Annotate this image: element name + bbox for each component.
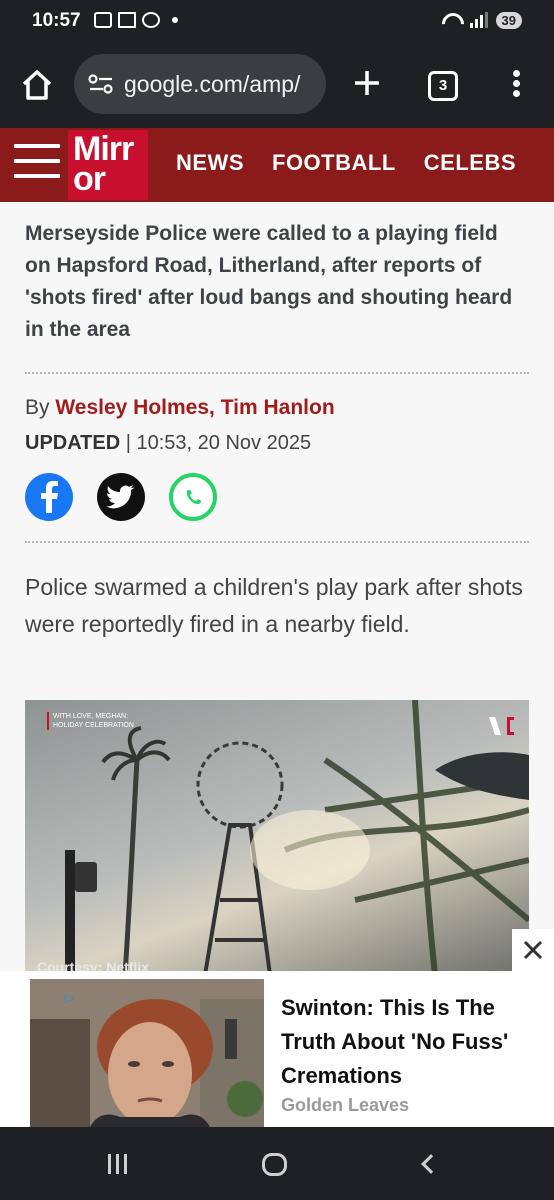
site-logo[interactable]: Mirr or — [68, 130, 148, 200]
browser-menu-button[interactable] — [505, 68, 527, 102]
ad-image[interactable]: ▷ — [30, 979, 264, 1127]
new-tab-button[interactable] — [348, 64, 386, 102]
close-icon — [523, 940, 543, 960]
share-buttons — [25, 473, 529, 521]
plus-icon — [355, 71, 379, 95]
divider — [25, 372, 529, 374]
video-brand-line1: WITH LOVE, MEGHAN: — [53, 713, 129, 720]
status-bar: 10:57 39 — [0, 0, 554, 44]
updated-label: UPDATED — [25, 432, 121, 454]
tab-switcher-button[interactable]: 3 — [428, 71, 458, 101]
more-dot-icon — [512, 80, 520, 87]
battery-indicator: 39 — [495, 11, 522, 29]
back-button[interactable] — [421, 1154, 441, 1174]
video-brand-label: WITH LOVE, MEGHAN: HOLIDAY CELEBRATION — [47, 712, 134, 730]
facebook-icon — [41, 481, 58, 513]
more-dot-icon — [512, 90, 520, 97]
sticky-ad[interactable]: ▷ Swinton: This Is The Truth About 'No F… — [0, 971, 554, 1127]
menu-line — [14, 159, 60, 163]
menu-line — [14, 174, 60, 178]
recent-apps-icon — [108, 1154, 111, 1174]
main-nav: NEWS FOOTBALL CELEBS — [176, 150, 516, 176]
recent-apps-icon — [124, 1154, 127, 1174]
video-brand-line2: HOLIDAY CELEBRATION — [53, 722, 134, 729]
more-dot-icon — [512, 70, 520, 77]
recent-apps-icon — [116, 1154, 119, 1174]
signal-icon — [469, 12, 488, 28]
xbox-icon — [142, 12, 160, 28]
android-nav-bar — [0, 1127, 554, 1200]
hamburger-menu-button[interactable] — [14, 144, 60, 186]
browser-toolbar: google.com/amp/ 3 — [0, 44, 554, 128]
whatsapp-share-button[interactable] — [169, 473, 217, 521]
ad-source[interactable]: Golden Leaves — [281, 1095, 409, 1116]
wifi-icon — [440, 11, 462, 29]
recent-apps-button[interactable] — [108, 1154, 127, 1174]
byline: By Wesley Holmes, Tim Hanlon — [25, 396, 529, 420]
video-player[interactable]: WITH LOVE, MEGHAN: HOLIDAY CELEBRATION C… — [25, 700, 529, 975]
site-settings-icon[interactable] — [88, 73, 114, 95]
address-bar[interactable]: google.com/amp/ — [74, 54, 326, 114]
home-nav-button[interactable] — [262, 1153, 287, 1176]
ad-headline[interactable]: Swinton: This Is The Truth About 'No Fus… — [281, 991, 541, 1093]
site-header: Mirr or NEWS FOOTBALL CELEBS — [0, 128, 554, 202]
article-lede: Police swarmed a children's play park af… — [25, 574, 523, 637]
video-still-image — [65, 700, 529, 975]
updated-time: 10:53, 20 Nov 2025 — [136, 432, 312, 454]
gmail-icon — [118, 12, 136, 28]
nav-item-news[interactable]: NEWS — [176, 150, 244, 176]
facebook-share-button[interactable] — [25, 473, 73, 521]
byline-prefix: By — [25, 396, 50, 419]
menu-line — [14, 144, 60, 148]
system-icons: 39 — [440, 11, 522, 29]
nav-item-football[interactable]: FOOTBALL — [272, 150, 396, 176]
twitter-icon — [106, 485, 135, 509]
article: Merseyside Police were called to a playi… — [0, 202, 554, 643]
ad-close-button[interactable] — [512, 929, 554, 971]
divider — [25, 541, 529, 543]
ad-choices-icon[interactable]: ▷ — [65, 991, 74, 1005]
whatsapp-icon — [186, 490, 201, 504]
updated-line: UPDATED | 10:53, 20 Nov 2025 — [25, 432, 312, 454]
notification-icons — [94, 12, 178, 28]
twitter-share-button[interactable] — [97, 473, 145, 521]
url-text: google.com/amp/ — [124, 70, 301, 97]
netflix-logo-icon — [487, 715, 517, 743]
more-notifications-icon — [172, 17, 178, 23]
article-standfirst: Merseyside Police were called to a playi… — [25, 222, 513, 341]
nav-item-celebs[interactable]: CELEBS — [424, 150, 516, 176]
home-button[interactable] — [18, 66, 56, 104]
screenshot-icon — [94, 12, 112, 28]
status-time: 10:57 — [32, 10, 81, 31]
author-links[interactable]: Wesley Holmes, Tim Hanlon — [55, 396, 334, 419]
logo-text-line2: or — [73, 160, 106, 198]
home-icon — [22, 70, 52, 100]
